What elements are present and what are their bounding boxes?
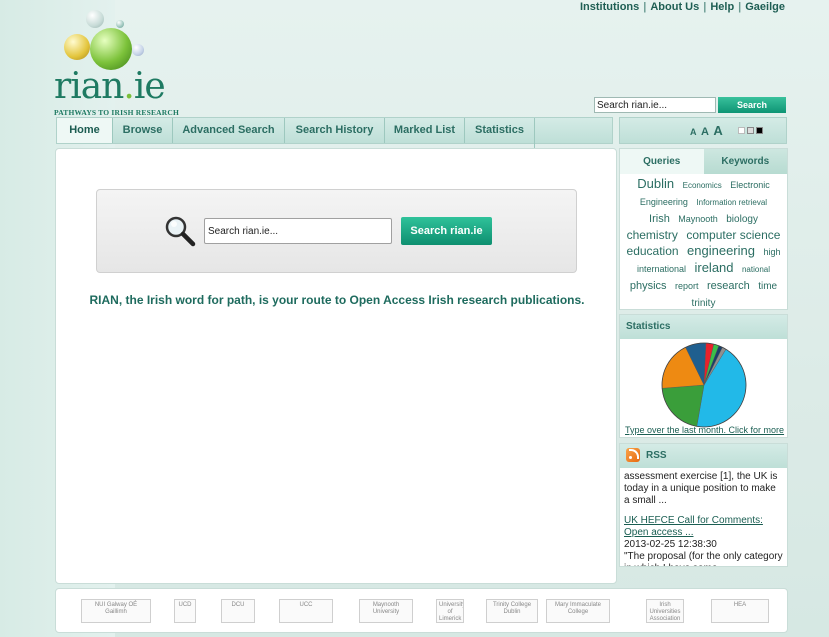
pie-slice [661, 384, 705, 427]
contrast-black-icon[interactable] [756, 127, 763, 134]
link-help[interactable]: Help [706, 1, 738, 13]
partner-logo[interactable]: UCC [279, 599, 333, 623]
site-logo[interactable]: rian.ie PATHWAYS TO IRISH RESEARCH [54, 6, 179, 117]
tab-search-history[interactable]: Search History [285, 118, 385, 143]
statistics-widget: Statistics Type over the last month. Cli… [619, 314, 788, 438]
intro-text: RIAN, the Irish word for path, is your r… [89, 293, 585, 307]
tab-marked-list[interactable]: Marked List [385, 118, 465, 143]
main-search-button[interactable]: Search rian.ie [401, 217, 492, 245]
tag-cloud-item[interactable]: international [637, 262, 686, 277]
partner-logo[interactable]: UCD [174, 599, 196, 623]
rss-item-date: 2013-02-25 12:38:30 [624, 539, 717, 550]
tag-cloud-item[interactable]: trinity [692, 296, 716, 311]
logo-wordmark: rian.ie [54, 66, 166, 107]
tag-cloud-item[interactable]: time [758, 279, 777, 294]
tag-cloud-item[interactable]: computer science [686, 228, 780, 243]
link-gaeilge[interactable]: Gaeilge [741, 1, 789, 13]
tag-cloud-item[interactable]: report [675, 279, 699, 294]
tag-cloud-item[interactable]: high [763, 245, 780, 260]
font-size-large[interactable]: A [713, 123, 722, 138]
statistics-pie-chart[interactable] [660, 341, 748, 429]
partner-logo[interactable]: Irish Universities Association [646, 599, 684, 623]
partner-logo[interactable]: HEA [711, 599, 769, 623]
main-search-input[interactable] [204, 218, 392, 244]
statistics-link[interactable]: Type over the last month. Click for more [625, 425, 784, 435]
logo-orb-icon [132, 44, 144, 56]
header-search-input[interactable] [594, 97, 716, 113]
rss-item-excerpt: "The proposal (for the only category in … [624, 551, 783, 566]
tag-cloud-item[interactable]: Electronic [730, 178, 770, 193]
tag-cloud-item[interactable]: Information retrieval [696, 195, 767, 210]
partner-logo[interactable]: University of Limerick [436, 599, 464, 623]
tab-advanced-search[interactable]: Advanced Search [173, 118, 285, 143]
rss-item-link[interactable]: UK HEFCE Call for Comments: Open access … [624, 515, 763, 538]
header-search: Search [594, 97, 786, 113]
font-size-controls: A A A [690, 122, 723, 140]
logo-orb-icon [90, 28, 132, 70]
main-search-box: Search rian.ie [96, 189, 577, 273]
tag-cloud-item[interactable]: research [707, 279, 750, 294]
main-content: Search rian.ie RIAN, the Irish word for … [55, 148, 617, 584]
tab-queries[interactable]: Queries [620, 149, 704, 174]
contrast-grey-icon[interactable] [747, 127, 754, 134]
logo-orb-icon [64, 34, 90, 60]
tag-cloud-item[interactable]: education [627, 244, 679, 259]
logo-orb-icon [116, 20, 124, 28]
rss-item-fragment: assessment exercise [1], the UK is today… [624, 471, 778, 506]
logo-orb-icon [86, 10, 104, 28]
tag-cloud-item[interactable]: ireland [694, 260, 733, 275]
tag-cloud-item[interactable]: Irish [649, 212, 670, 227]
tag-cloud-item[interactable]: Economics [683, 178, 722, 193]
magnifier-icon [165, 216, 196, 247]
link-about-us[interactable]: About Us [646, 1, 703, 13]
tag-cloud-item[interactable]: Dublin [637, 176, 674, 191]
tab-browse[interactable]: Browse [113, 118, 173, 143]
partner-logo[interactable]: Trinity College Dublin [486, 599, 538, 623]
contrast-white-icon[interactable] [738, 127, 745, 134]
header-search-button[interactable]: Search [718, 97, 786, 113]
accessibility-toolbar: A A A [619, 117, 787, 144]
tag-cloud-item[interactable]: physics [630, 279, 667, 294]
partner-logo[interactable]: Mary Immaculate College [546, 599, 610, 623]
font-size-medium[interactable]: A [701, 126, 709, 138]
tag-cloud-item[interactable]: national [742, 262, 770, 277]
tab-keywords[interactable]: Keywords [703, 149, 787, 174]
link-institutions[interactable]: Institutions [576, 1, 643, 13]
main-nav: Home Browse Advanced Search Search Histo… [56, 117, 613, 242]
contrast-controls [738, 127, 763, 134]
partner-logo[interactable]: DCU [221, 599, 255, 623]
tag-cloud-item[interactable]: engineering [687, 243, 755, 258]
statistics-header: Statistics [620, 315, 787, 339]
tag-cloud-item[interactable]: biology [726, 212, 758, 227]
tag-cloud-item[interactable]: Maynooth [678, 212, 718, 227]
partner-logo[interactable]: Maynooth University [359, 599, 413, 623]
rss-icon[interactable] [626, 448, 640, 463]
partner-logo[interactable]: NUI Galway OÉ Gaillimh [81, 599, 151, 623]
rss-feed: assessment exercise [1], the UK is today… [620, 468, 787, 566]
font-size-small[interactable]: A [690, 127, 697, 137]
top-links: Institutions | About Us | Help | Gaeilge [576, 0, 789, 14]
tag-cloud-item[interactable]: chemistry [627, 228, 678, 243]
cloud-tabs: Queries Keywords [620, 149, 787, 174]
tag-cloud-widget: Queries Keywords Dublin Economics Electr… [619, 148, 788, 310]
rss-header: RSS [620, 444, 787, 468]
rss-widget: RSS assessment exercise [1], the UK is t… [619, 443, 788, 567]
logo-tagline: PATHWAYS TO IRISH RESEARCH [54, 108, 180, 117]
tag-cloud-item[interactable]: Engineering [640, 195, 688, 210]
partner-logos: NUI Galway OÉ Gaillimh UCD DCU UCC Maynooth … [55, 588, 788, 633]
tag-cloud: Dublin Economics Electronic Engineering … [620, 174, 787, 313]
tab-home[interactable]: Home [57, 118, 113, 143]
